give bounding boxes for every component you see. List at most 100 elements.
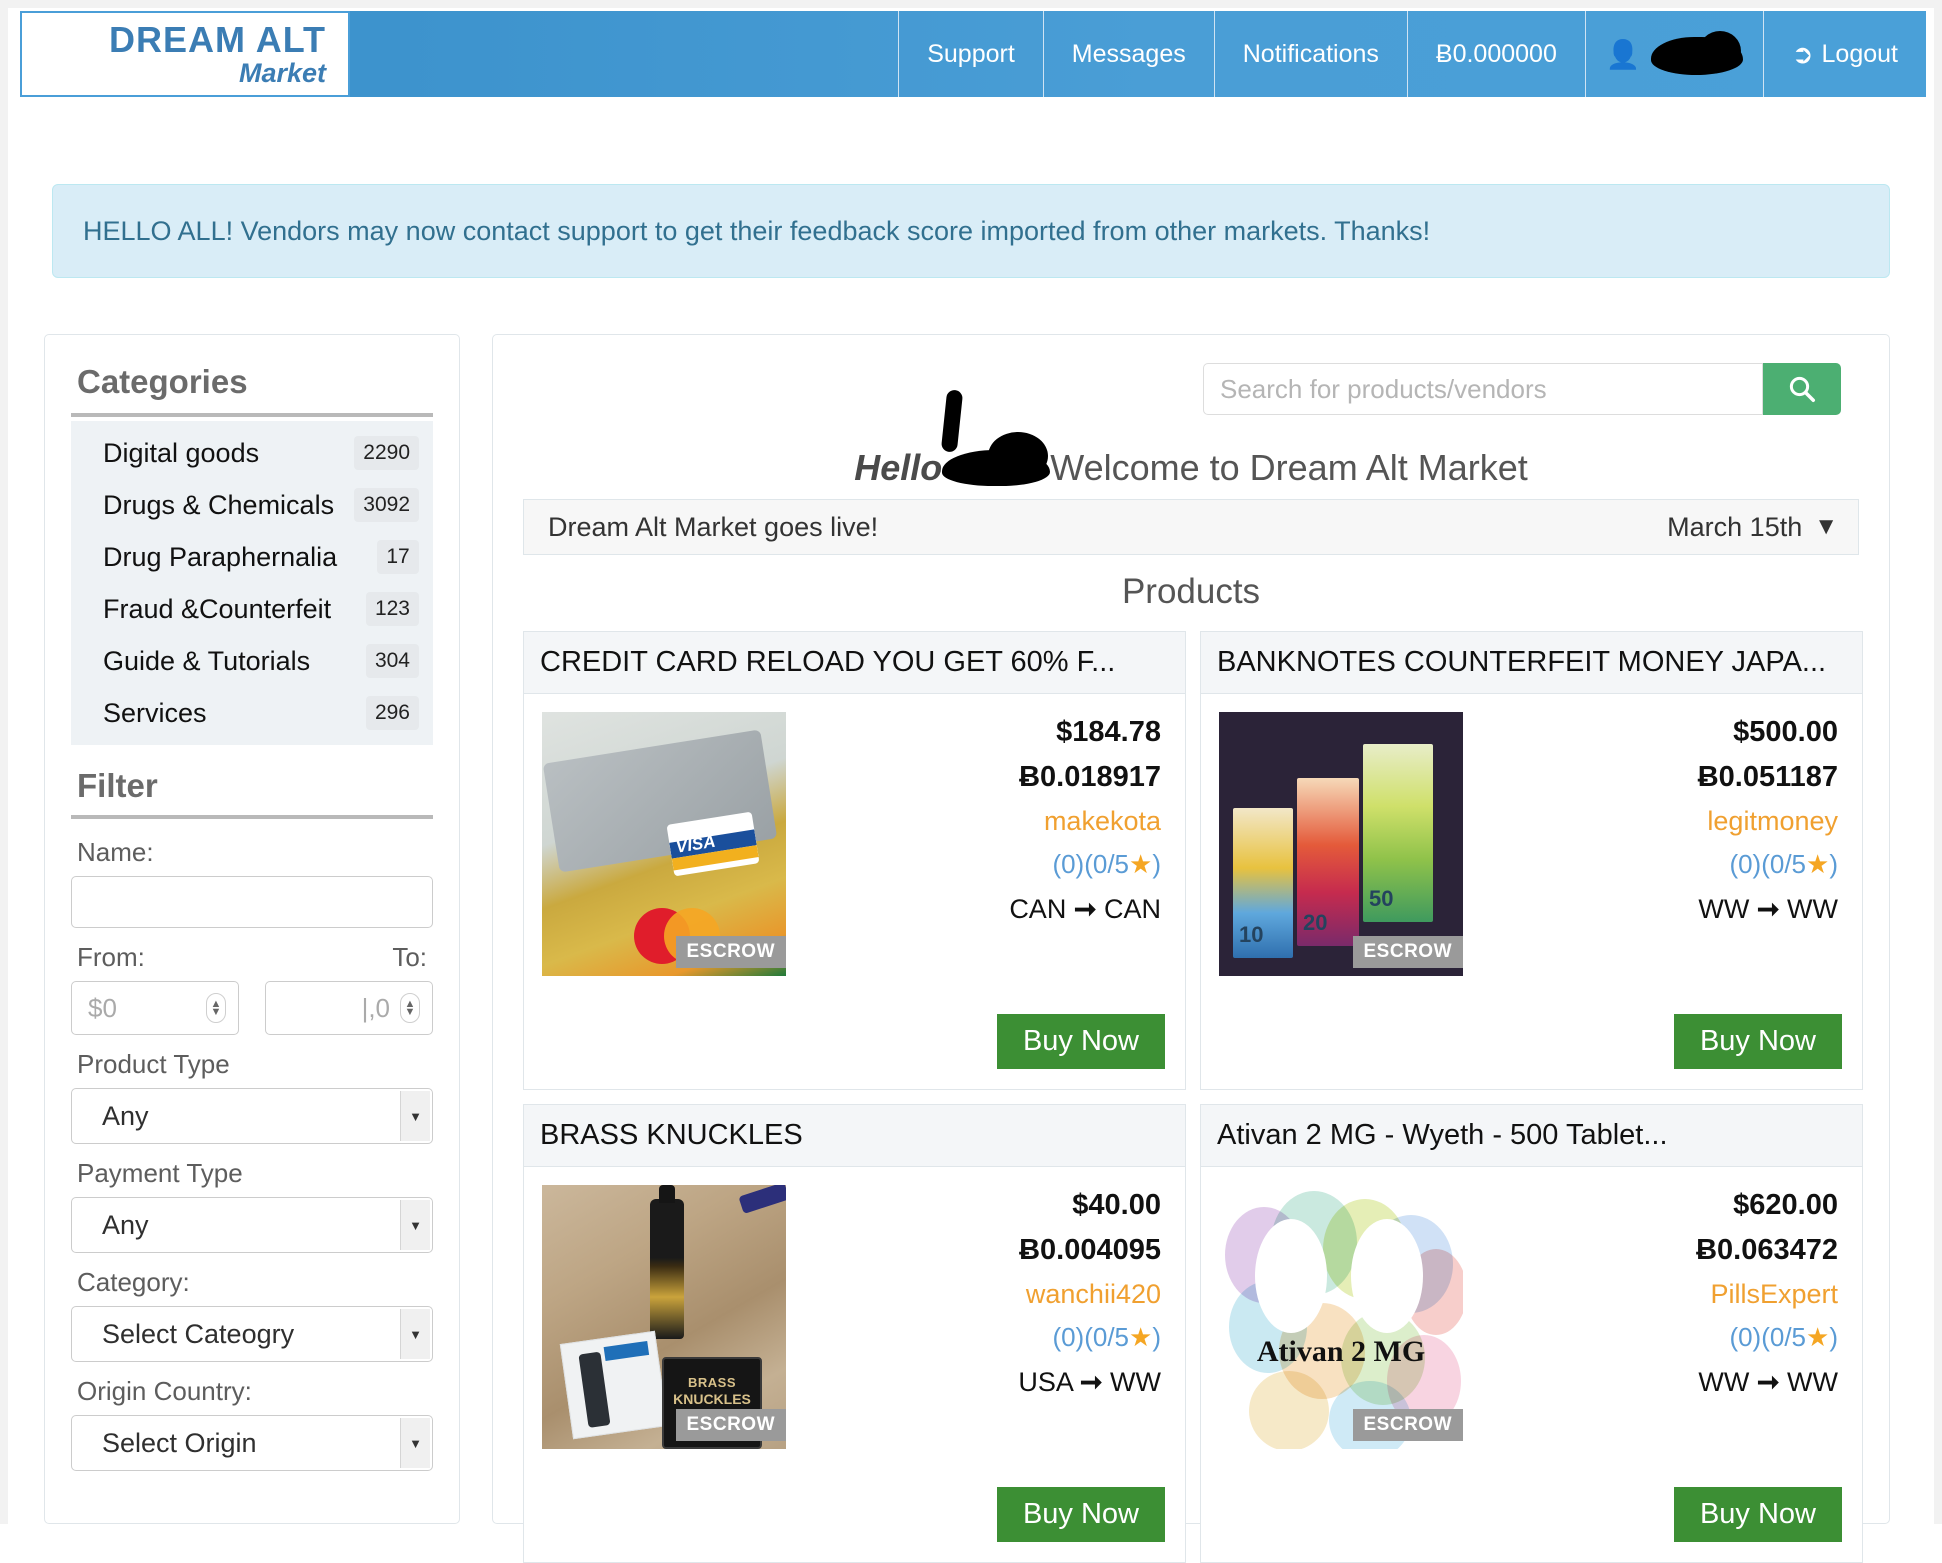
product-price-usd: $184.78 — [1056, 716, 1161, 748]
product-card-footer: Buy Now — [1201, 1473, 1862, 1562]
chevron-down-icon: ▼ — [400, 1200, 430, 1250]
product-vendor[interactable]: makekota — [786, 806, 1161, 837]
product-title[interactable]: BRASS KNUCKLES — [524, 1105, 1185, 1167]
escrow-badge: ESCROW — [1352, 1409, 1463, 1441]
chevron-down-icon: ▼ — [400, 1091, 430, 1141]
from-label: From: — [77, 942, 145, 972]
price-to-stepper[interactable]: |,0 ▲ ▼ — [265, 981, 433, 1035]
product-card-footer: Buy Now — [524, 1473, 1185, 1562]
buy-now-button[interactable]: Buy Now — [996, 1487, 1165, 1542]
product-card[interactable]: Ativan 2 MG - Wyeth - 500 Tablet... Ativ… — [1200, 1104, 1863, 1563]
star-icon: ★ — [1806, 849, 1830, 879]
payment-type-value: Any — [102, 1209, 149, 1240]
product-title[interactable]: CREDIT CARD RELOAD YOU GET 60% F... — [524, 632, 1185, 694]
nav-item-balance[interactable]: Ƀ0.000000 — [1406, 11, 1585, 97]
search-button[interactable] — [1763, 363, 1841, 415]
product-card-body: VISA ESCROW $184.78 Ƀ0.018917 makekota (… — [524, 694, 1185, 1000]
buy-now-button[interactable]: Buy Now — [996, 1014, 1165, 1069]
product-rating-text: (0)(0/5 — [1052, 849, 1130, 879]
product-card[interactable]: BRASS KNUCKLES BRASS KNUCKLES ESCROW $40… — [523, 1104, 1186, 1563]
market-announcement-date-group: March 15th ▼ — [1667, 512, 1838, 543]
product-price-usd: $500.00 — [1733, 716, 1838, 748]
nav-item-support[interactable]: Support — [898, 11, 1043, 97]
product-title[interactable]: Ativan 2 MG - Wyeth - 500 Tablet... — [1201, 1105, 1862, 1167]
category-list: Digital goods 2290 Drugs & Chemicals 309… — [71, 421, 433, 745]
product-rating-text: (0)(0/5 — [1052, 1322, 1130, 1352]
product-vendor[interactable]: legitmoney — [1463, 806, 1838, 837]
market-announcement-date: March 15th — [1667, 511, 1803, 542]
filter-heading: Filter — [77, 767, 158, 804]
buy-now-button[interactable]: Buy Now — [1673, 1014, 1842, 1069]
product-card-body: Ativan 2 MG ESCROW $620.00 Ƀ0.063472 Pil… — [1201, 1167, 1862, 1473]
nav-item-account[interactable]: 👤 — [1584, 11, 1763, 97]
sidebar-item-services[interactable]: Services 296 — [71, 687, 433, 739]
product-thumbnail-wrap[interactable]: VISA ESCROW — [542, 712, 786, 976]
product-shipping: WW ➞ WW — [1463, 894, 1838, 925]
name-filter-label: Name: — [77, 837, 154, 867]
price-from-stepper[interactable]: $0 ▲ ▼ — [71, 981, 239, 1035]
product-info: $500.00 Ƀ0.051187 legitmoney (0)(0/5★) W… — [1463, 712, 1842, 1000]
product-price-usd: $40.00 — [1072, 1189, 1161, 1221]
category-label: Digital goods — [103, 437, 260, 468]
category-label: Services — [103, 697, 207, 728]
ship-from: WW — [1698, 1367, 1750, 1397]
ship-from: WW — [1698, 894, 1750, 924]
product-vendor[interactable]: PillsExpert — [1463, 1279, 1838, 1310]
nav-item-messages[interactable]: Messages — [1042, 11, 1214, 97]
sidebar-item-guide-tutorials[interactable]: Guide & Tutorials 304 — [71, 635, 433, 687]
stepper-arrows-icon[interactable]: ▲ ▼ — [400, 993, 420, 1023]
product-card[interactable]: BANKNOTES COUNTERFEIT MONEY JAPA... 10 2… — [1200, 631, 1863, 1090]
category-count-badge: 304 — [365, 644, 419, 678]
product-card[interactable]: CREDIT CARD RELOAD YOU GET 60% F... VISA… — [523, 631, 1186, 1090]
chevron-down-icon: ▼ — [400, 1309, 430, 1359]
navbar-spacer — [350, 11, 898, 97]
category-count-badge: 3092 — [354, 488, 419, 522]
star-icon: ★ — [1129, 1322, 1153, 1352]
search-icon — [1789, 376, 1815, 402]
product-type-select[interactable]: Any ▼ — [71, 1088, 433, 1144]
product-card-body: BRASS KNUCKLES ESCROW $40.00 Ƀ0.004095 wa… — [524, 1167, 1185, 1473]
site-logo[interactable]: DREAM ALT Market — [20, 11, 350, 97]
payment-type-select[interactable]: Any ▼ — [71, 1197, 433, 1253]
arrow-right-icon: ➞ — [1079, 1367, 1103, 1397]
product-price-usd: $620.00 — [1733, 1189, 1838, 1221]
product-thumbnail-wrap[interactable]: Ativan 2 MG ESCROW — [1219, 1185, 1463, 1449]
market-announcement-row[interactable]: Dream Alt Market goes live! March 15th ▼ — [523, 499, 1859, 555]
product-card-footer: Buy Now — [1201, 1000, 1862, 1089]
category-count-badge: 123 — [365, 592, 419, 626]
product-rating-close: ) — [1829, 849, 1838, 879]
escrow-badge: ESCROW — [675, 936, 786, 968]
product-thumbnail-wrap[interactable]: 10 20 50 ESCROW — [1219, 712, 1463, 976]
sidebar-item-fraud-counterfeit[interactable]: Fraud &Counterfeit 123 — [71, 583, 433, 635]
product-title[interactable]: BANKNOTES COUNTERFEIT MONEY JAPA... — [1201, 632, 1862, 694]
category-filter-select[interactable]: Select Cateogry ▼ — [71, 1306, 433, 1362]
stepper-arrows-icon[interactable]: ▲ ▼ — [206, 993, 226, 1023]
buy-now-button[interactable]: Buy Now — [1673, 1487, 1842, 1542]
product-price-btc: Ƀ0.004095 — [1019, 1234, 1161, 1266]
product-vendor[interactable]: wanchii420 — [786, 1279, 1161, 1310]
logo-line-1: DREAM ALT — [109, 18, 326, 60]
nav-item-notifications[interactable]: Notifications — [1213, 11, 1407, 97]
sidebar-item-digital-goods[interactable]: Digital goods 2290 — [71, 427, 433, 479]
product-thumbnail-wrap[interactable]: BRASS KNUCKLES ESCROW — [542, 1185, 786, 1449]
top-navbar: DREAM ALT Market Support Messages Notifi… — [20, 11, 1926, 97]
search-bar — [1203, 363, 1841, 415]
category-count-badge: 2290 — [354, 436, 419, 470]
product-rating: (0)(0/5★) — [786, 849, 1161, 880]
category-count-badge: 296 — [365, 696, 419, 730]
main-content-panel: Hello Welcome to Dream Alt Market Dream A… — [492, 334, 1890, 1563]
price-range-labels: From: To: — [71, 928, 433, 981]
sidebar-item-drug-paraphernalia[interactable]: Drug Paraphernalia 17 — [71, 531, 433, 583]
search-input[interactable] — [1203, 363, 1763, 415]
chevron-down-icon[interactable]: ▼ — [1814, 513, 1838, 541]
origin-country-value: Select Origin — [102, 1427, 257, 1458]
product-info: $184.78 Ƀ0.018917 makekota (0)(0/5★) CAN… — [786, 712, 1165, 1000]
category-count-badge: 17 — [377, 540, 419, 574]
sidebar-item-drugs-chemicals[interactable]: Drugs & Chemicals 3092 — [71, 479, 433, 531]
origin-country-select[interactable]: Select Origin ▼ — [71, 1415, 433, 1471]
payment-type-label: Payment Type — [77, 1158, 243, 1188]
name-filter-input[interactable] — [71, 876, 433, 928]
arrow-right-icon: ➞ — [1073, 894, 1097, 924]
categories-divider — [71, 413, 433, 417]
nav-item-logout[interactable]: ➲ Logout — [1762, 11, 1926, 97]
